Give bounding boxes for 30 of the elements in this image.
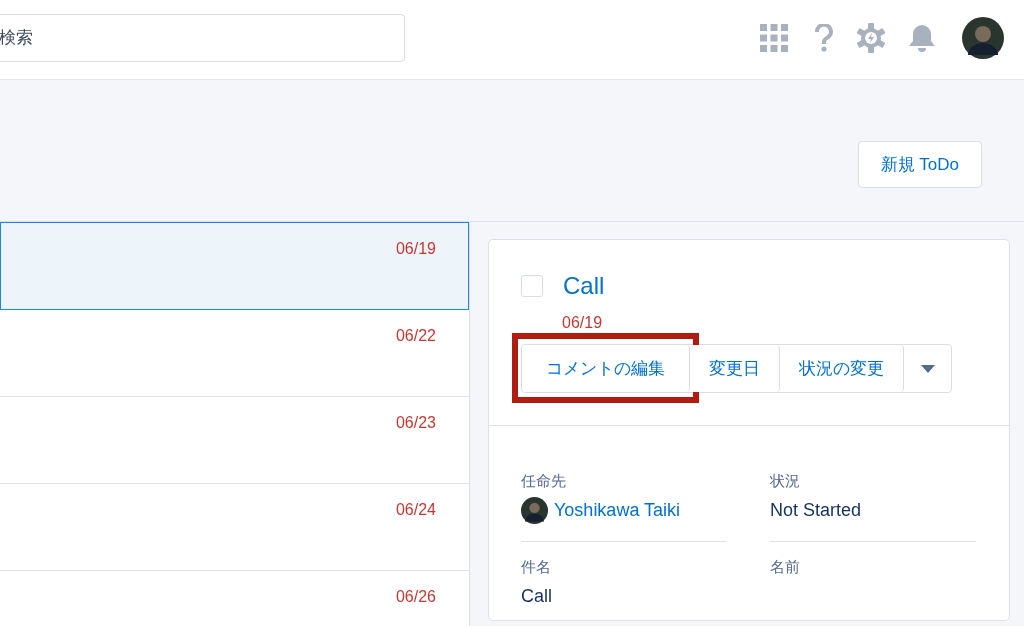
new-todo-button[interactable]: 新規 ToDo — [857, 141, 982, 188]
avatar[interactable] — [962, 17, 1004, 59]
settings-icon[interactable] — [856, 23, 886, 53]
task-list-item[interactable]: 06/22 — [0, 310, 469, 397]
task-list-item[interactable]: 06/26 — [0, 571, 469, 626]
avatar — [521, 497, 548, 524]
task-list-item[interactable]: 06/19 — [0, 222, 469, 310]
checkbox[interactable] — [521, 275, 543, 297]
task-list-item[interactable]: 06/23 — [0, 397, 469, 484]
due-date: 06/24 — [395, 501, 436, 519]
action-button[interactable]: コメントの編集 — [522, 345, 690, 392]
help-icon[interactable] — [814, 24, 834, 52]
due-date: 06/26 — [395, 588, 436, 606]
notification-bell-icon[interactable] — [908, 23, 936, 53]
field-label: 件名 — [521, 558, 552, 577]
field-label: 名前 — [770, 558, 801, 577]
due-date: 06/19 — [395, 240, 436, 258]
task-title[interactable]: Call — [563, 272, 605, 300]
field-value: Not Started — [770, 499, 862, 521]
caret-icon — [920, 364, 935, 373]
due-date: 06/23 — [395, 414, 436, 432]
due-date: 06/19 — [562, 314, 604, 332]
app-launcher-icon[interactable] — [760, 24, 788, 52]
action-button[interactable]: 変更日 — [690, 345, 780, 392]
field-value: Call — [521, 585, 552, 607]
due-date: 06/22 — [395, 327, 436, 345]
task-list-item[interactable]: 06/24 — [0, 484, 469, 571]
field-label: 状況 — [770, 472, 801, 491]
user-link[interactable]: Yoshikawa Taiki — [554, 500, 681, 521]
field-label: 任命先 — [521, 472, 567, 491]
